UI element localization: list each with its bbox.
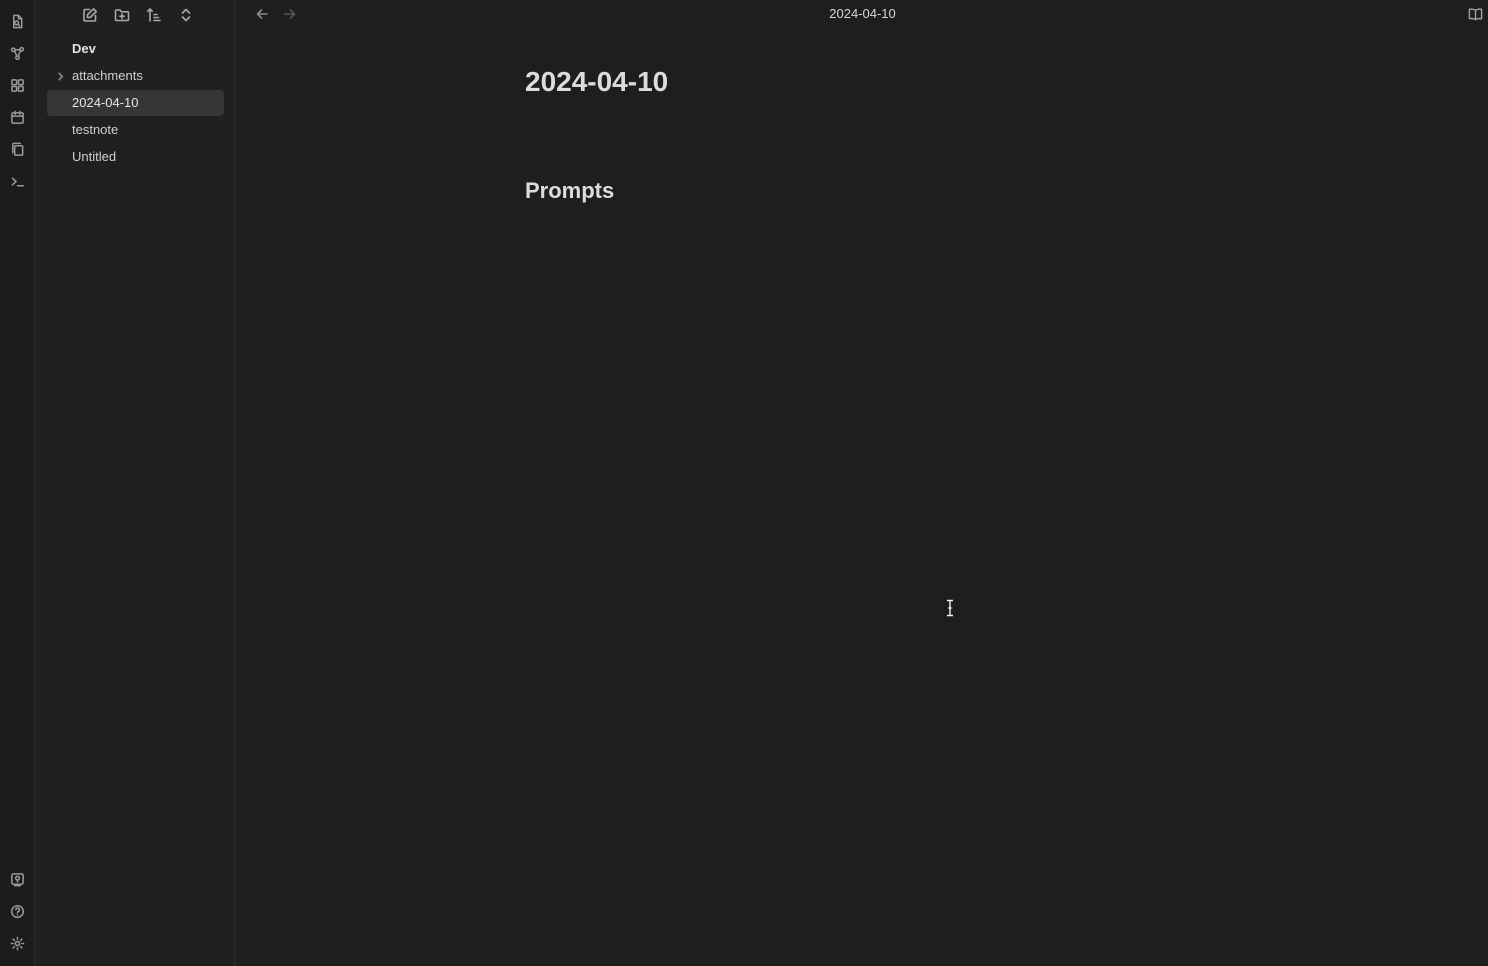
heading-prompts[interactable]: Prompts xyxy=(525,178,614,204)
view-header-title[interactable]: 2024-04-10 xyxy=(236,6,1488,21)
folder-attachments[interactable]: attachments xyxy=(47,63,224,89)
file-2024-04-10[interactable]: 2024-04-10 xyxy=(47,90,224,116)
tree-item-label: 2024-04-10 xyxy=(72,95,139,110)
ribbon xyxy=(0,0,35,966)
note-editor[interactable]: 2024-04-10 Prompts xyxy=(236,28,1488,966)
ribbon-bottom-group xyxy=(0,866,34,962)
tree-item-label: Untitled xyxy=(72,149,117,164)
canvas-icon[interactable] xyxy=(4,72,30,98)
daily-note-calendar-icon[interactable] xyxy=(4,104,30,130)
collapse-expand-icon[interactable] xyxy=(173,2,199,28)
text-cursor-icon xyxy=(945,599,955,617)
chevron-right-icon[interactable] xyxy=(56,63,66,89)
file-explorer-toolbar xyxy=(35,0,235,30)
vault-switcher-icon[interactable] xyxy=(4,866,30,892)
settings-gear-icon[interactable] xyxy=(4,930,30,956)
file-explorer-sidebar: Dev attachments 2024-04-10 testnote Unti… xyxy=(35,0,236,966)
inline-title[interactable]: 2024-04-10 xyxy=(525,66,668,98)
sort-order-icon[interactable] xyxy=(141,2,167,28)
book-open-icon xyxy=(1468,7,1482,20)
help-icon[interactable] xyxy=(4,898,30,924)
tree-item-label: testnote xyxy=(72,122,119,137)
new-note-icon[interactable] xyxy=(77,2,103,28)
file-untitled[interactable]: Untitled xyxy=(47,144,224,170)
graph-view-icon[interactable] xyxy=(4,40,30,66)
view-header: 2024-04-10 xyxy=(236,0,1488,28)
terminal-command-palette-icon[interactable] xyxy=(4,168,30,194)
file-tree: attachments 2024-04-10 testnote Untitled xyxy=(47,63,224,171)
app-window: Dev attachments 2024-04-10 testnote Unti… xyxy=(0,0,1488,966)
templates-copy-icon[interactable] xyxy=(4,136,30,162)
reading-view-button[interactable] xyxy=(1464,4,1486,24)
tree-item-label: attachments xyxy=(72,68,143,83)
file-testnote[interactable]: testnote xyxy=(47,117,224,143)
new-folder-icon[interactable] xyxy=(109,2,135,28)
vault-name[interactable]: Dev xyxy=(72,41,96,56)
ribbon-top-group xyxy=(0,8,34,200)
open-quick-switcher-icon[interactable] xyxy=(4,8,30,34)
editor-pane: 2024-04-10 2024-04-10 Prompts xyxy=(236,0,1488,966)
